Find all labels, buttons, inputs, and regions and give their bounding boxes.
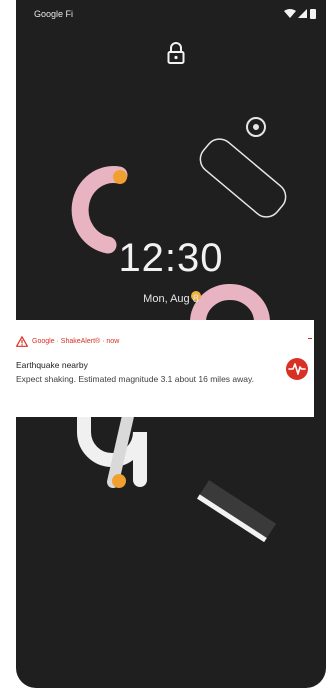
wifi-icon <box>284 9 296 18</box>
clock-date: Mon, Aug 8 <box>143 293 199 305</box>
outline-rect-shape <box>199 138 287 218</box>
expand-icon[interactable] <box>308 338 312 339</box>
battery-icon <box>310 9 316 19</box>
carrier-label: Google Fi <box>34 9 74 19</box>
ring-center-shape <box>253 124 259 130</box>
status-bar: Google Fi <box>16 0 326 28</box>
notification-body: Expect shaking. Estimated magnitude 3.1 … <box>16 374 254 384</box>
pink-arc-shape <box>71 166 128 254</box>
notification-source: Google · ShakeAlert® · now <box>32 337 120 345</box>
status-icons <box>284 9 316 19</box>
orange-dot-bottom-shape <box>112 474 126 488</box>
signal-icon <box>298 9 307 18</box>
white-bar-shape <box>107 410 134 488</box>
earthquake-icon <box>286 358 308 380</box>
notification-title: Earthquake nearby <box>16 360 88 370</box>
lock-icon[interactable] <box>166 42 186 64</box>
dark-bar-shape <box>197 480 277 543</box>
warning-icon <box>16 335 28 347</box>
clock-time: 12:30 <box>118 236 224 280</box>
orange-dot-shape <box>113 170 127 184</box>
notification-header: Google · ShakeAlert® · now <box>16 335 119 347</box>
earthquake-notification[interactable]: Google · ShakeAlert® · now Earthquake ne… <box>2 320 314 417</box>
